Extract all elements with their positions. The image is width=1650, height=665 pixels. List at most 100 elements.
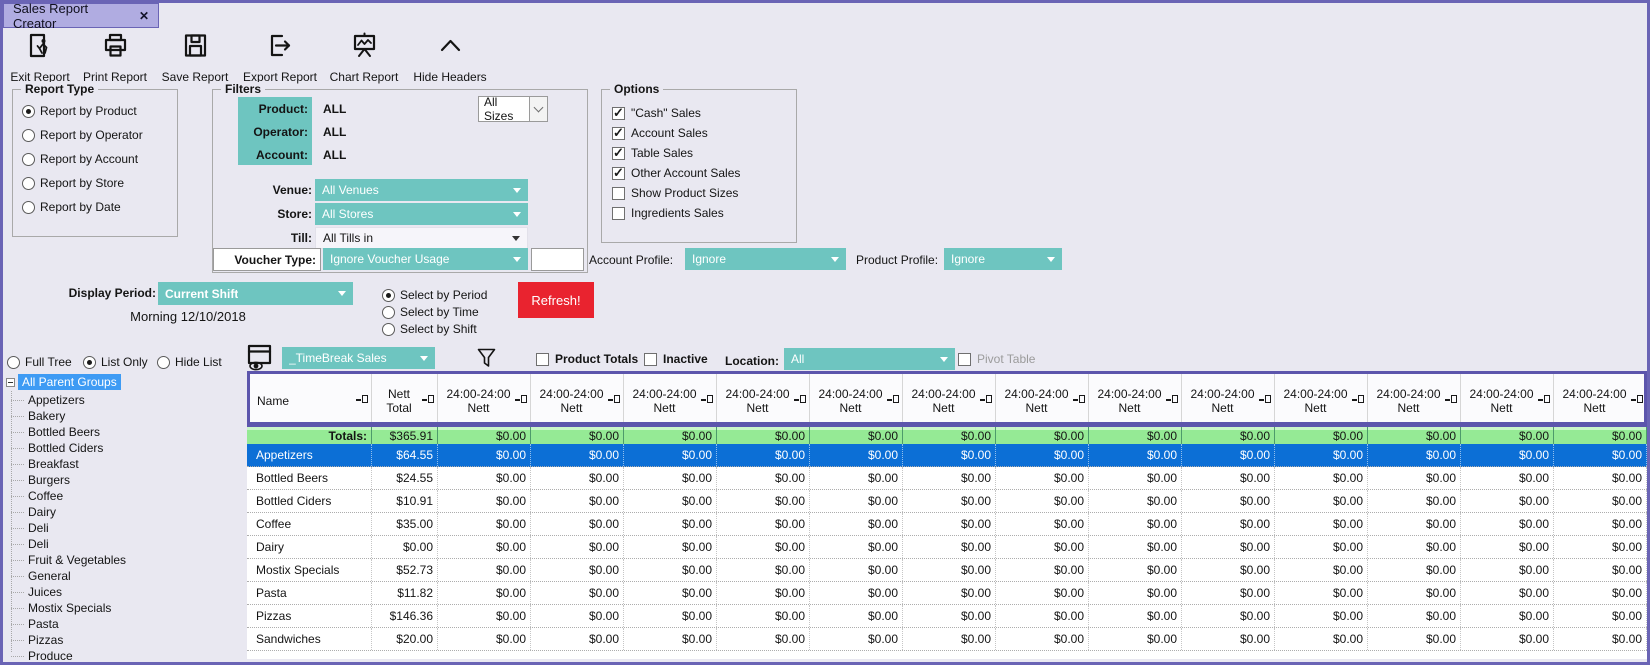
table-row-bottled-ciders[interactable]: Bottled Ciders$10.91$0.00$0.00$0.00$0.00…: [247, 490, 1647, 513]
options-checkbox-0[interactable]: "Cash" Sales: [612, 106, 701, 120]
checkbox-icon[interactable]: [612, 167, 625, 180]
checkbox-icon[interactable]: [612, 107, 625, 120]
options-checkbox-3[interactable]: Other Account Sales: [612, 166, 740, 180]
tree-item-breakfast[interactable]: Breakfast: [28, 456, 79, 472]
column-header-nett-3[interactable]: 24:00-24:00Nett: [624, 371, 717, 427]
table-row-coffee[interactable]: Coffee$35.00$0.00$0.00$0.00$0.00$0.00$0.…: [247, 513, 1647, 536]
column-pin-icon[interactable]: [1073, 395, 1085, 404]
report-type-option-0[interactable]: Report by Product: [22, 104, 137, 118]
radio-icon[interactable]: [83, 356, 96, 369]
column-header-nett-5[interactable]: 24:00-24:00Nett: [810, 371, 903, 427]
sizes-dropdown[interactable]: All Sizes: [478, 96, 548, 122]
radio-icon[interactable]: [22, 153, 35, 166]
table-row-mostix-specials[interactable]: Mostix Specials$52.73$0.00$0.00$0.00$0.0…: [247, 559, 1647, 582]
collapse-icon[interactable]: [6, 378, 15, 387]
tree-item-deli[interactable]: Deli: [28, 520, 49, 536]
options-checkbox-5[interactable]: Ingredients Sales: [612, 206, 724, 220]
column-pin-icon[interactable]: [794, 395, 806, 404]
table-row-bottled-beers[interactable]: Bottled Beers$24.55$0.00$0.00$0.00$0.00$…: [247, 467, 1647, 490]
radio-icon[interactable]: [22, 201, 35, 214]
report-type-option-4[interactable]: Report by Date: [22, 200, 121, 214]
column-pin-icon[interactable]: [1352, 395, 1364, 404]
list-mode-option-0[interactable]: Full Tree: [7, 355, 72, 369]
radio-icon[interactable]: [22, 177, 35, 190]
list-mode-option-2[interactable]: Hide List: [157, 355, 222, 369]
column-header-nett-4[interactable]: 24:00-24:00Nett: [717, 371, 810, 427]
tree-item-produce[interactable]: Produce: [28, 648, 73, 664]
tree-item-burgers[interactable]: Burgers: [28, 472, 70, 488]
tree-item-appetizers[interactable]: Appetizers: [28, 392, 85, 408]
column-header-nett-11[interactable]: 24:00-24:00Nett: [1368, 371, 1461, 427]
report-type-option-3[interactable]: Report by Store: [22, 176, 124, 190]
tree-item-deli[interactable]: Deli: [28, 536, 49, 552]
toolbar-button-save-report[interactable]: Save Report: [161, 32, 229, 84]
select-mode-option-0[interactable]: Select by Period: [382, 288, 487, 302]
column-header-nett-2[interactable]: 24:00-24:00Nett: [531, 371, 624, 427]
report-type-option-1[interactable]: Report by Operator: [22, 128, 143, 142]
toolbar-button-exit-report[interactable]: Exit Report: [8, 32, 72, 84]
toolbar-button-hide-headers[interactable]: Hide Headers: [409, 32, 491, 84]
select-mode-option-2[interactable]: Select by Shift: [382, 322, 477, 336]
radio-icon[interactable]: [22, 105, 35, 118]
table-row-dairy[interactable]: Dairy$0.00$0.00$0.00$0.00$0.00$0.00$0.00…: [247, 536, 1647, 559]
tab-sales-report-creator[interactable]: Sales Report Creator ✕: [3, 3, 159, 28]
checkbox-icon[interactable]: [644, 353, 657, 366]
tree-item-fruit-vegetables[interactable]: Fruit & Vegetables: [28, 552, 126, 568]
tree-item-juices[interactable]: Juices: [28, 584, 62, 600]
refresh-button[interactable]: Refresh!: [518, 282, 594, 318]
empty-combo[interactable]: [531, 248, 584, 271]
checkbox-icon[interactable]: [612, 127, 625, 140]
column-header-name[interactable]: Name: [250, 371, 372, 427]
filter-funnel-icon[interactable]: [477, 348, 496, 369]
radio-icon[interactable]: [7, 356, 20, 369]
column-pin-icon[interactable]: [980, 395, 992, 404]
inactive-checkbox[interactable]: Inactive: [644, 352, 708, 366]
column-pin-icon[interactable]: [1631, 395, 1643, 404]
checkbox-icon[interactable]: [612, 207, 625, 220]
toolbar-button-print-report[interactable]: Print Report: [79, 32, 151, 84]
column-pin-icon[interactable]: [1538, 395, 1550, 404]
checkbox-icon[interactable]: [612, 187, 625, 200]
column-pin-icon[interactable]: [608, 395, 620, 404]
tree-item-mostix-specials[interactable]: Mostix Specials: [28, 600, 111, 616]
checkbox-icon[interactable]: [612, 147, 625, 160]
radio-icon[interactable]: [22, 129, 35, 142]
toolbar-button-chart-report[interactable]: Chart Report: [327, 32, 401, 84]
column-pin-icon[interactable]: [356, 395, 368, 404]
product-totals-checkbox[interactable]: Product Totals: [536, 352, 638, 366]
column-header-nett-8[interactable]: 24:00-24:00Nett: [1089, 371, 1182, 427]
voucher-type-dropdown[interactable]: Ignore Voucher Usage: [323, 248, 528, 270]
column-header-nett-total[interactable]: NettTotal: [372, 371, 438, 427]
checkbox-icon[interactable]: [536, 353, 549, 366]
chevron-down-icon[interactable]: [529, 97, 547, 121]
column-pin-icon[interactable]: [422, 395, 434, 404]
product-profile-dropdown[interactable]: Ignore: [944, 248, 1062, 270]
tree-item-bottled-ciders[interactable]: Bottled Ciders: [28, 440, 103, 456]
pivot-table-checkbox[interactable]: Pivot Table: [958, 352, 1035, 366]
options-checkbox-2[interactable]: Table Sales: [612, 146, 693, 160]
account-profile-dropdown[interactable]: Ignore: [685, 248, 846, 270]
tree-item-dairy[interactable]: Dairy: [28, 504, 56, 520]
column-header-nett-12[interactable]: 24:00-24:00Nett: [1461, 371, 1554, 427]
tree-item-pizzas[interactable]: Pizzas: [28, 632, 63, 648]
radio-icon[interactable]: [157, 356, 170, 369]
column-header-nett-1[interactable]: 24:00-24:00Nett: [438, 371, 531, 427]
display-period-dropdown[interactable]: Current Shift: [158, 282, 353, 305]
tree-item-bakery[interactable]: Bakery: [28, 408, 65, 424]
report-type-option-2[interactable]: Report by Account: [22, 152, 138, 166]
store-dropdown[interactable]: All Stores: [315, 203, 528, 225]
tree-item-coffee[interactable]: Coffee: [28, 488, 63, 504]
column-pin-icon[interactable]: [1445, 395, 1457, 404]
radio-icon[interactable]: [382, 306, 395, 319]
location-dropdown[interactable]: All: [784, 348, 955, 370]
select-mode-option-1[interactable]: Select by Time: [382, 305, 479, 319]
toolbar-button-export-report[interactable]: Export Report: [240, 32, 320, 84]
table-row-pasta[interactable]: Pasta$11.82$0.00$0.00$0.00$0.00$0.00$0.0…: [247, 582, 1647, 605]
column-header-nett-7[interactable]: 24:00-24:00Nett: [996, 371, 1089, 427]
list-mode-option-1[interactable]: List Only: [83, 355, 148, 369]
options-checkbox-1[interactable]: Account Sales: [612, 126, 708, 140]
till-dropdown[interactable]: All Tills in: [315, 227, 528, 249]
column-header-nett-6[interactable]: 24:00-24:00Nett: [903, 371, 996, 427]
tree-item-pasta[interactable]: Pasta: [28, 616, 59, 632]
column-pin-icon[interactable]: [1166, 395, 1178, 404]
